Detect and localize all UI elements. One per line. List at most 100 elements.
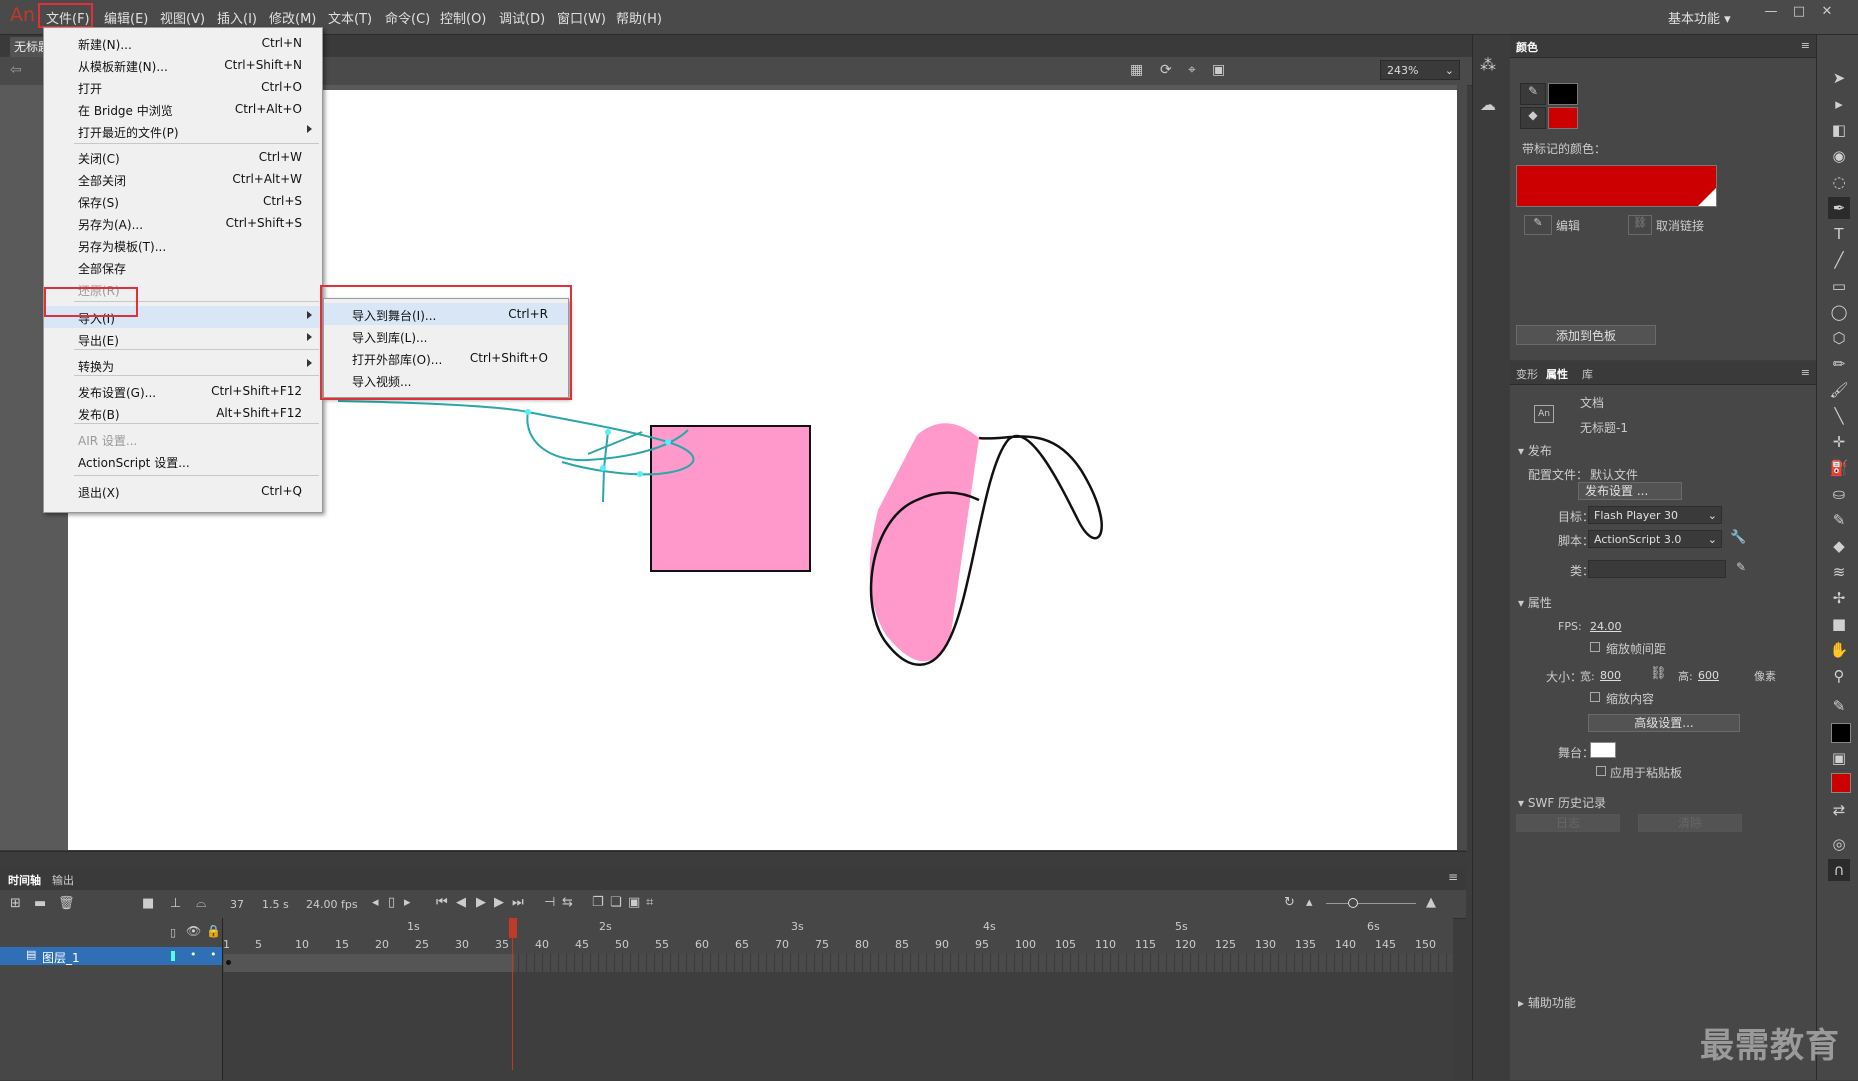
frame-span[interactable] (224, 954, 514, 972)
center-frame-icon[interactable]: ⊣ (544, 895, 555, 910)
stage-color-swatch[interactable] (1590, 742, 1616, 758)
zoom-out-frames-icon[interactable]: ▴ (1306, 895, 1313, 910)
layer-parenting-icon[interactable]: ⊥ (170, 896, 181, 911)
layer-name[interactable]: 图层_1 (42, 949, 80, 966)
line-tool-icon[interactable]: ╱ (1828, 249, 1850, 271)
magnet-icon[interactable]: ∩ (1828, 859, 1850, 881)
stage-scrollbar[interactable] (1457, 85, 1467, 850)
tab-output[interactable]: 输出 (52, 872, 74, 888)
pencil-icon[interactable]: ✎ (1736, 560, 1746, 574)
accessibility-section[interactable]: ▸ 辅助功能 (1518, 994, 1576, 1011)
highlight-column-icon[interactable]: ▯ (170, 926, 176, 939)
script-select[interactable]: ActionScript 3.0 ⌄ (1588, 530, 1722, 548)
playhead[interactable] (509, 918, 517, 938)
keyframe-dot[interactable] (226, 960, 231, 965)
workspace-switcher[interactable]: 基本功能 ▾ (1668, 8, 1731, 27)
anchor-point[interactable] (605, 429, 611, 435)
current-time[interactable]: 1.5 s (262, 898, 289, 911)
onion-skin-icon[interactable]: ❐ (592, 895, 604, 910)
target-select[interactable]: Flash Player 30 ⌄ (1588, 506, 1722, 524)
add-to-swatches-button[interactable]: 添加到色板 (1516, 325, 1656, 345)
pink-rectangle[interactable] (650, 425, 811, 572)
selection-tool-icon[interactable]: ➤ (1828, 67, 1850, 89)
play-icon[interactable]: ▶ (476, 895, 486, 910)
scale-spans-checkbox[interactable] (1590, 642, 1600, 652)
zoom-select[interactable]: 243% ⌄ (1380, 60, 1460, 80)
advanced-settings-button[interactable]: 高级设置... (1588, 714, 1740, 732)
graph-icon[interactable]: ⌓ (196, 896, 206, 911)
tab-library[interactable]: 库 (1582, 366, 1593, 382)
file-menu-item[interactable]: 打开最近的文件(P) (44, 120, 322, 142)
ink-bottle-tool-icon[interactable]: ⛀ (1828, 483, 1850, 505)
file-menu-item[interactable]: 在 Bridge 中浏览 Ctrl+Alt+O (44, 98, 322, 120)
anchor-point[interactable] (637, 471, 643, 477)
pencil-tool-icon[interactable]: ✏ (1828, 353, 1850, 375)
swf-history-section[interactable]: ▾ SWF 历史记录 (1518, 794, 1606, 811)
subselection-tool-icon[interactable]: ▸ (1828, 93, 1850, 115)
file-menu-item[interactable]: 另存为模板(T)... (44, 234, 322, 256)
publish-section[interactable]: ▾ 发布 (1518, 442, 1552, 459)
file-menu-item[interactable]: 从模板新建(N)... Ctrl+Shift+N (44, 54, 322, 76)
frame-zoom-handle[interactable] (1348, 898, 1358, 908)
file-menu-item[interactable]: 保存(S) Ctrl+S (44, 190, 322, 212)
pink-fill-shape[interactable] (869, 423, 979, 662)
back-arrow-icon[interactable]: ⇦ (10, 62, 22, 78)
file-menu-item[interactable]: 转换为 (44, 354, 322, 376)
oval-tool-icon[interactable]: ◯ (1828, 301, 1850, 323)
edit-icon[interactable]: ✎ (1524, 215, 1552, 235)
unlink-icon[interactable]: ⛓ (1628, 215, 1652, 235)
edit-label[interactable]: 编辑 (1556, 217, 1580, 234)
clear-button[interactable]: 清除 (1638, 814, 1742, 832)
timeline-ruler[interactable]: 1s 2s 3s 4s 5s 6s 1 5 10 15 20 25 30 35 40 45 50 55 60 65 70… (223, 918, 1453, 954)
menu-9[interactable]: 窗口(W) (557, 8, 606, 27)
fill-color-tool-swatch[interactable] (1831, 773, 1851, 793)
fit-stage-icon[interactable]: ▣ (1212, 62, 1225, 78)
link-proportions-icon[interactable]: ⛓ (1650, 666, 1667, 681)
menu-8[interactable]: 调试(D) (499, 8, 545, 27)
swap-colors-icon[interactable]: ⇄ (1828, 799, 1850, 821)
camera-icon[interactable]: ■ (142, 896, 154, 911)
minimize-icon[interactable]: — (1758, 4, 1784, 24)
width-value[interactable]: 800 (1600, 669, 1621, 682)
layer-outline-color[interactable] (171, 951, 175, 961)
close-icon[interactable]: ✕ (1814, 4, 1840, 24)
menu-3[interactable]: 插入(I) (217, 8, 257, 27)
panel-menu-icon[interactable]: ≡ (1801, 366, 1810, 379)
unlink-label[interactable]: 取消链接 (1656, 217, 1704, 234)
teal-path[interactable] (337, 400, 695, 503)
cc-libraries-icon[interactable]: ☁ (1480, 95, 1496, 114)
edit-multiple-icon[interactable]: ▣ (628, 895, 640, 910)
maximize-icon[interactable]: □ (1786, 4, 1812, 24)
scale-content-checkbox[interactable] (1590, 692, 1600, 702)
layer-lock-dot[interactable]: • (210, 948, 217, 961)
tagged-color-preview[interactable] (1516, 165, 1717, 207)
wrench-icon[interactable]: 🔧 (1730, 530, 1746, 545)
clip-icon[interactable]: ▦ (1130, 62, 1143, 78)
paint-bucket-tool-icon[interactable]: ⛽ (1828, 457, 1850, 479)
onion-outlines-icon[interactable]: ❏ (610, 895, 622, 910)
next-keyframe-icon[interactable]: ▸ (404, 895, 411, 910)
stroke-color-swatch[interactable] (1548, 83, 1578, 105)
file-menu-item[interactable]: 全部保存 (44, 256, 322, 278)
add-keyframe-icon[interactable]: ▯ (388, 895, 395, 910)
pen-tool-icon[interactable]: ✒ (1828, 197, 1850, 219)
hand-tool-icon[interactable]: ✋ (1828, 639, 1850, 661)
frame-zoom-slider[interactable] (1326, 903, 1416, 904)
delete-layer-icon[interactable]: 🗑 (58, 896, 75, 911)
file-menu-item[interactable]: ActionScript 设置... (44, 450, 322, 472)
class-input[interactable] (1588, 560, 1726, 578)
lock-icon[interactable]: 🔒 (206, 924, 221, 938)
stroke-color-icon[interactable]: ✎ (1520, 83, 1546, 105)
menu-2[interactable]: 视图(V) (160, 8, 205, 27)
frame-grid[interactable] (223, 954, 1453, 1080)
log-button[interactable]: 日志 (1516, 814, 1620, 832)
modify-markers-icon[interactable]: ⌗ (646, 895, 653, 910)
anchor-point[interactable] (600, 465, 606, 471)
publish-settings-button[interactable]: 发布设置 ... (1578, 482, 1682, 500)
menu-4[interactable]: 修改(M) (269, 8, 316, 27)
menu-5[interactable]: 文本(T) (328, 8, 372, 27)
rotate-stage-icon[interactable]: ⟳ (1160, 62, 1172, 78)
eraser-tool-icon[interactable]: ◆ (1828, 535, 1850, 557)
anchor-point[interactable] (665, 439, 671, 445)
stroke-tool-icon[interactable]: ✎ (1828, 695, 1850, 717)
